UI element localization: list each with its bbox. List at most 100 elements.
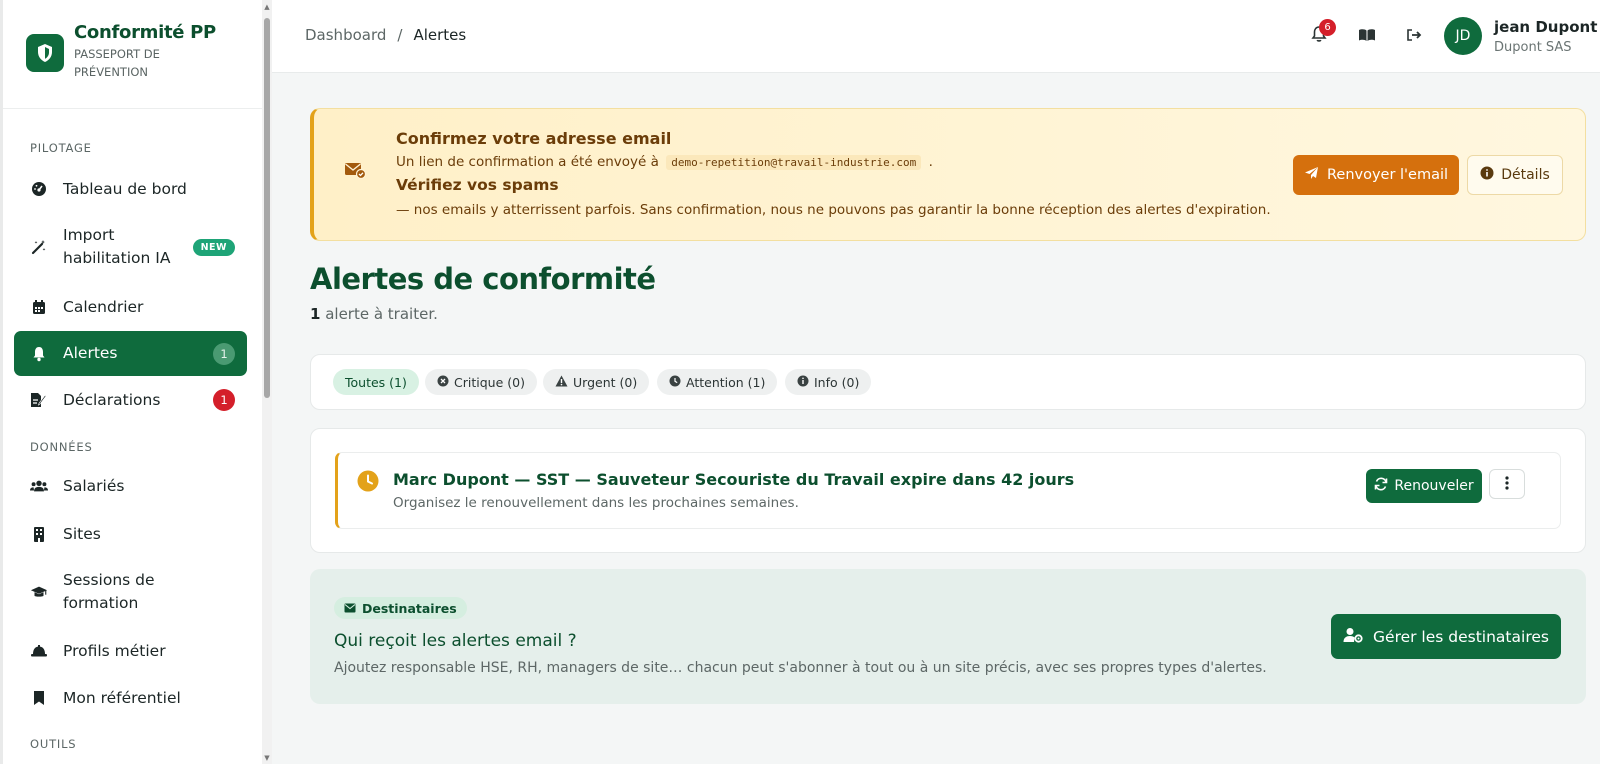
manage-recipients-label: Gérer les destinataires — [1373, 627, 1549, 646]
filter-chip-critique[interactable]: Critique (0) — [425, 369, 537, 395]
sidebar-item-declarations[interactable]: Déclarations 1 — [14, 383, 247, 417]
sidebar: Conformité PP PASSEPORT DE PRÉVENTION PI… — [0, 0, 272, 764]
filter-bar: Toutes (1) Critique (0) Urgent (0) Atten… — [310, 354, 1586, 410]
sidebar-item-label: Tableau de bord — [63, 179, 187, 198]
alert-card[interactable]: Marc Dupont — SST — Sauveteur Secouriste… — [335, 452, 1561, 529]
logout-icon — [1406, 27, 1422, 46]
window-edge — [0, 0, 3, 764]
recipients-chip-label: Destinataires — [362, 600, 457, 616]
resend-email-button[interactable]: Renvoyer l'email — [1293, 155, 1459, 195]
alert-list: Marc Dupont — SST — Sauveteur Secouriste… — [310, 428, 1586, 553]
banner-message-prefix: Un lien de confirmation a été envoyé à — [396, 154, 659, 170]
magic-wand-icon — [30, 238, 48, 256]
banner-title: Confirmez votre adresse email — [396, 129, 672, 148]
shield-icon — [26, 34, 64, 72]
kebab-menu-icon — [1505, 475, 1509, 494]
sidebar-item-label: Calendrier — [63, 297, 144, 316]
filter-chip-info[interactable]: Info (0) — [785, 369, 872, 395]
sidebar-item-profils-metier[interactable]: Profils métier — [14, 634, 247, 668]
banner-email-address: demo-repetition@travail-industrie.com — [666, 155, 922, 170]
breadcrumb-separator: / — [397, 26, 403, 44]
book-open-icon — [1358, 27, 1376, 46]
sidebar-item-label: Import habilitation IA — [63, 226, 171, 267]
clock-icon — [669, 375, 681, 390]
sidebar-item-salaries[interactable]: Salariés — [14, 469, 247, 503]
breadcrumb-current: Alertes — [413, 26, 467, 44]
sidebar-scrollbar[interactable]: ▲ ▼ — [262, 0, 272, 764]
count-badge: 1 — [213, 342, 235, 365]
filter-chip-urgent[interactable]: Urgent (0) — [543, 369, 650, 395]
new-badge: NEW — [192, 238, 235, 256]
bell-icon — [30, 345, 48, 363]
recipients-description: Ajoutez responsable HSE, RH, managers de… — [334, 660, 1267, 676]
users-icon — [30, 477, 48, 495]
sidebar-item-label: Déclarations — [63, 390, 161, 409]
banner-message: Un lien de confirmation a été envoyé à d… — [396, 154, 933, 170]
recipients-chip: Destinataires — [334, 597, 467, 619]
sidebar-item-import-habilitation[interactable]: Import habilitation IA NEW — [14, 222, 247, 272]
user-name: jean Dupont — [1494, 18, 1598, 36]
sidebar-item-label: Profils métier — [63, 641, 166, 660]
sidebar-item-sessions-formation[interactable]: Sessions de formation — [14, 567, 247, 617]
file-signature-icon — [30, 391, 48, 409]
renew-label: Renouveler — [1394, 478, 1474, 494]
envelope-icon — [344, 601, 356, 616]
info-circle-icon — [1480, 166, 1494, 184]
scroll-up-arrow-icon[interactable]: ▲ — [263, 3, 271, 11]
user-gear-icon — [1343, 627, 1363, 647]
avatar[interactable]: JD — [1444, 17, 1482, 55]
alert-description: Organisez le renouvellement dans les pro… — [393, 495, 799, 511]
filter-chip-attention[interactable]: Attention (1) — [657, 369, 778, 395]
graduation-cap-icon — [30, 583, 48, 601]
banner-message-suffix: . — [928, 154, 933, 170]
filter-chip-label: Toutes (1) — [345, 374, 407, 390]
sidebar-item-label: Mon référentiel — [63, 688, 181, 707]
clock-icon — [357, 470, 379, 496]
divider — [3, 108, 262, 109]
sidebar-item-alertes[interactable]: Alertes 1 — [14, 331, 247, 376]
building-icon — [30, 525, 48, 543]
more-options-button[interactable] — [1489, 469, 1525, 499]
renew-button[interactable]: Renouveler — [1366, 469, 1482, 503]
notifications-button[interactable]: 6 — [1307, 19, 1336, 48]
filter-chip-label: Info (0) — [814, 374, 860, 390]
bookmark-icon — [30, 689, 48, 707]
envelope-check-icon — [344, 161, 367, 183]
resend-email-label: Renvoyer l'email — [1326, 167, 1449, 183]
breadcrumb: Dashboard / Alertes — [305, 26, 466, 44]
scrollbar-thumb[interactable] — [264, 18, 270, 398]
refresh-icon — [1374, 477, 1388, 495]
sidebar-item-label: Salariés — [63, 476, 125, 495]
details-label: Détails — [1501, 167, 1550, 183]
warning-triangle-icon — [555, 375, 568, 390]
filter-chip-toutes[interactable]: Toutes (1) — [333, 369, 419, 395]
sidebar-item-label: Alertes — [63, 344, 118, 362]
alert-title: Marc Dupont — SST — Sauveteur Secouriste… — [393, 470, 1075, 489]
filter-chip-label: Urgent (0) — [573, 374, 638, 390]
logout-button[interactable] — [1402, 24, 1426, 48]
page-subtitle: 1 alerte à traiter. — [310, 305, 438, 323]
banner-spam-message: — nos emails y atterrissent parfois. San… — [396, 202, 1271, 218]
user-organization: Dupont SAS — [1494, 40, 1572, 55]
sidebar-item-label: Sites — [63, 524, 101, 543]
scroll-down-arrow-icon[interactable]: ▼ — [263, 754, 271, 762]
count-badge: 1 — [213, 389, 235, 411]
info-circle-icon — [797, 375, 809, 390]
recipients-title: Qui reçoit les alertes email ? — [334, 631, 577, 651]
section-label-outils: OUTILS — [30, 737, 77, 751]
sidebar-item-tableau-de-bord[interactable]: Tableau de bord — [14, 172, 247, 206]
breadcrumb-dashboard-link[interactable]: Dashboard — [305, 26, 386, 44]
filter-chip-label: Attention (1) — [686, 374, 766, 390]
manage-recipients-button[interactable]: Gérer les destinataires — [1331, 614, 1561, 659]
page-subtitle-text: alerte à traiter. — [320, 305, 438, 323]
details-button[interactable]: Détails — [1467, 155, 1563, 195]
paper-plane-icon — [1304, 166, 1319, 184]
sidebar-item-sites[interactable]: Sites — [14, 517, 247, 551]
brand[interactable]: Conformité PP PASSEPORT DE PRÉVENTION — [26, 22, 216, 81]
brand-title: Conformité PP — [74, 22, 216, 43]
sidebar-item-mon-referentiel[interactable]: Mon référentiel — [14, 681, 247, 715]
x-circle-icon — [437, 375, 449, 390]
sidebar-item-calendrier[interactable]: Calendrier — [14, 290, 247, 324]
documentation-button[interactable] — [1355, 24, 1379, 48]
alert-count: 1 — [310, 305, 321, 323]
